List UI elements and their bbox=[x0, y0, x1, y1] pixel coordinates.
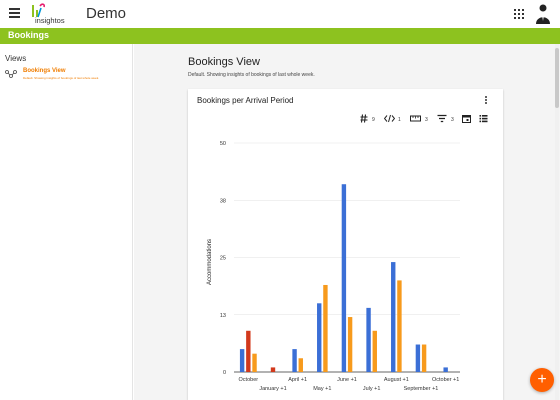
x-tick-label: May +1 bbox=[313, 386, 331, 392]
scrollbar-thumb[interactable] bbox=[555, 48, 559, 108]
x-tick-label: October bbox=[239, 377, 259, 383]
bar-september-1-series-3[interactable] bbox=[421, 344, 427, 372]
sidebar-item-description: Default. Showing insights of bookings of… bbox=[23, 76, 100, 80]
share-nodes-icon bbox=[5, 70, 17, 78]
sidebar-heading: Views bbox=[5, 54, 27, 63]
toolbar-hash-button[interactable]: 9 bbox=[360, 114, 380, 124]
apps-grid-icon[interactable] bbox=[514, 9, 524, 19]
bar-october-series-3[interactable] bbox=[252, 353, 257, 372]
toolbar-filters-button[interactable]: 3 bbox=[437, 114, 457, 124]
page-subtitle: Default. Showing insights of bookings of… bbox=[188, 72, 315, 78]
bar-august-1-series-3[interactable] bbox=[397, 280, 402, 372]
hamburger-icon[interactable] bbox=[9, 8, 20, 18]
bar-july-1-series-3[interactable] bbox=[372, 330, 377, 372]
hash-icon bbox=[360, 114, 368, 123]
section-bar: Bookings bbox=[0, 28, 560, 44]
toolbar-filters-count: 3 bbox=[451, 117, 454, 123]
x-tick-label: April +1 bbox=[288, 377, 307, 383]
top-app-bar: insightos Demo bbox=[0, 0, 560, 28]
bar-january-1-series-2[interactable] bbox=[270, 367, 276, 372]
bar-august-1-series-1[interactable] bbox=[391, 262, 396, 372]
svg-text:insightos: insightos bbox=[35, 16, 65, 25]
section-title: Bookings bbox=[8, 30, 50, 40]
ruler-icon bbox=[410, 115, 421, 122]
y-tick-label: 38 bbox=[220, 198, 226, 204]
x-tick-label: July +1 bbox=[363, 386, 381, 392]
toolbar-calendar-button[interactable] bbox=[462, 114, 472, 124]
insightos-logo[interactable]: insightos bbox=[31, 3, 77, 25]
x-tick-label: June +1 bbox=[337, 377, 357, 383]
bar-june-1-series-3[interactable] bbox=[347, 317, 353, 372]
y-tick-label: 25 bbox=[220, 256, 226, 262]
filter-icon bbox=[437, 114, 447, 123]
calendar-icon bbox=[462, 115, 471, 123]
user-avatar-icon[interactable] bbox=[534, 3, 552, 25]
add-fab-button[interactable]: + bbox=[530, 368, 554, 392]
y-tick-label: 13 bbox=[220, 313, 226, 319]
main-content: Bookings View Default. Showing insights … bbox=[134, 44, 560, 400]
sidebar: Views Bookings View Default. Showing ins… bbox=[0, 44, 133, 400]
more-vert-icon[interactable] bbox=[484, 96, 488, 106]
x-tick-label: January +1 bbox=[259, 386, 286, 392]
toolbar-list-button[interactable] bbox=[479, 114, 489, 124]
page-title: Bookings View bbox=[188, 56, 260, 68]
chart-card: Bookings per Arrival Period 9 1 3 3 Acco… bbox=[188, 89, 503, 400]
y-tick-label: 50 bbox=[220, 141, 226, 147]
bookings-bar-chart: Accommodations 0 13 25 38 50 OctoberJanuary … bbox=[207, 141, 460, 392]
bar-july-1-series-1[interactable] bbox=[366, 307, 371, 372]
bar-october-1-series-1[interactable] bbox=[443, 367, 448, 372]
bar-april-1-series-3[interactable] bbox=[298, 358, 303, 372]
code-arrows-icon bbox=[384, 114, 395, 123]
card-title: Bookings per Arrival Period bbox=[197, 96, 294, 105]
toolbar-dimensions-count: 1 bbox=[398, 117, 401, 123]
y-axis-label: Accommodations bbox=[207, 239, 213, 285]
list-icon bbox=[479, 115, 488, 123]
sidebar-item-bookings-view[interactable]: Bookings View Default. Showing insights … bbox=[3, 67, 131, 83]
bar-june-1-series-1[interactable] bbox=[341, 184, 347, 372]
bar-september-1-series-1[interactable] bbox=[415, 344, 421, 372]
toolbar-hash-count: 9 bbox=[372, 117, 375, 123]
bar-april-1-series-1[interactable] bbox=[292, 349, 297, 372]
bar-may-1-series-3[interactable] bbox=[323, 284, 328, 372]
x-tick-label: October +1 bbox=[432, 377, 459, 383]
toolbar-dimensions-button[interactable]: 1 bbox=[384, 114, 406, 124]
toolbar-measures-button[interactable]: 3 bbox=[410, 114, 432, 124]
bar-october-series-2[interactable] bbox=[246, 330, 251, 372]
y-tick-label: 0 bbox=[223, 370, 226, 376]
x-tick-label: September +1 bbox=[404, 386, 439, 392]
toolbar-measures-count: 3 bbox=[425, 117, 428, 123]
bar-october-series-1[interactable] bbox=[239, 349, 245, 372]
app-title: Demo bbox=[86, 5, 127, 22]
bar-may-1-series-1[interactable] bbox=[317, 303, 322, 372]
sidebar-item-label: Bookings View bbox=[23, 68, 66, 74]
x-tick-label: August +1 bbox=[384, 377, 409, 383]
